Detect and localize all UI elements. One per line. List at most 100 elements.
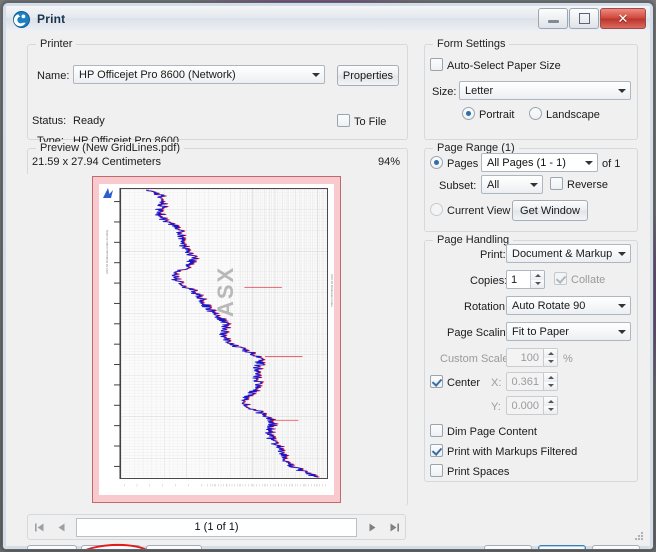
stepper-up-icon [544,397,557,406]
stepper-up-icon[interactable] [531,271,544,280]
page-number-input[interactable]: 1 (1 of 1) [76,518,357,537]
svg-text:|: | [232,483,233,487]
advanced-button-label: Advanced [87,550,136,551]
advanced-button[interactable]: Advanced [81,545,141,550]
chart-canvas [121,189,327,478]
stepper-up-icon [544,349,557,358]
defaults-button[interactable]: Defaults [27,545,77,550]
cancel-button[interactable]: Cancel [592,545,640,550]
properties-button[interactable]: Properties [337,65,399,86]
auto-select-paper-size-label: Auto-Select Paper Size [447,60,561,72]
resize-grip[interactable] [634,531,644,541]
close-icon[interactable]: ✕ [600,8,646,29]
dim-page-content-checkbox[interactable] [430,424,443,437]
last-page-icon[interactable] [383,516,405,538]
chevron-down-icon [614,304,630,308]
svg-text:|: | [256,483,257,487]
minimize-icon[interactable] [538,8,568,29]
pages-combobox[interactable]: All Pages (1 - 1) [481,153,598,172]
stepper-down-icon[interactable] [531,280,544,289]
chart-plot-area: ASX [120,188,328,479]
reverse-checkbox[interactable] [550,177,563,190]
printer-status-value: Ready [73,115,105,127]
page-scaling-combobox[interactable]: Fit to Paper [506,322,631,341]
svg-text:|: | [254,483,255,487]
copies-stepper[interactable] [530,271,544,288]
print-spaces-checkbox[interactable] [430,464,443,477]
svg-text:|: | [234,483,235,487]
svg-text:|: | [284,483,285,487]
center-label: Center [447,377,480,389]
dialog-client-area: Printer Name: HP Officejet Pro 8600 (Net… [6,32,650,546]
print-with-markups-filtered-checkbox[interactable] [430,444,443,457]
subset-combobox[interactable]: All [481,175,543,194]
svg-text:|: | [273,483,274,487]
center-x-stepper [543,373,557,390]
pages-radio[interactable] [430,156,443,169]
add-files-button[interactable]: Add Files [146,545,202,550]
printer-name-combobox[interactable]: HP Officejet Pro 8600 (Network) [73,65,325,84]
print-button[interactable]: Print [538,545,586,550]
page-scaling-value: Fit to Paper [507,326,614,338]
previous-page-icon[interactable] [50,516,72,538]
paper-size-combobox[interactable]: Letter [459,81,631,100]
svg-text:|: | [218,483,219,487]
window-controls: ✕ [538,8,646,29]
copies-spinner[interactable]: 1 [506,270,545,289]
svg-text:|: | [314,483,315,487]
center-x-value: 0.361 [507,376,543,388]
svg-text:|: | [237,483,238,487]
pages-of-label: of 1 [602,158,620,170]
custom-scale-label: Custom Scale: [440,353,512,365]
print-mode-combobox[interactable]: Document & Markup [506,244,631,263]
page-scaling-label: Page Scaling: [447,327,515,339]
svg-text:|: | [308,483,309,487]
svg-text:|: | [265,483,266,487]
svg-text:|: | [295,483,296,487]
stepper-up-icon [544,373,557,382]
print-preview[interactable]: ASX All Ordinaries Index monthly ASX [27,174,406,506]
stepper-down-icon [544,358,557,367]
svg-text:|: | [245,483,246,487]
paper-size-value: Letter [460,85,614,97]
custom-scale-value: 100 [507,352,543,364]
chevron-down-icon [308,73,324,77]
chevron-down-icon [614,330,630,334]
rotation-combobox[interactable]: Auto Rotate 90 [506,296,631,315]
svg-text:|: | [248,483,249,487]
svg-text:|: | [304,483,305,487]
dim-page-content-label: Dim Page Content [447,426,537,438]
printer-name-value: HP Officejet Pro 8600 (Network) [74,69,308,81]
chevron-down-icon [614,89,630,93]
landscape-radio[interactable] [529,107,542,120]
collate-label: Collate [571,274,605,286]
rotation-value: Auto Rotate 90 [507,300,614,312]
maximize-icon[interactable] [569,8,599,29]
apply-button[interactable]: Apply [484,545,532,550]
auto-select-paper-size-checkbox[interactable] [430,58,443,71]
current-view-label: Current View [447,205,510,217]
next-page-icon[interactable] [361,516,383,538]
svg-text:|: | [297,483,298,487]
preview-zoom-level: 94% [378,156,400,168]
properties-button-label: Properties [343,70,393,82]
current-view-radio[interactable] [430,203,443,216]
page-handling-group-label: Page Handling [433,234,513,246]
svg-text:|: | [210,483,211,487]
to-file-checkbox[interactable] [337,114,350,127]
title-bar[interactable]: Print ✕ [6,6,650,33]
portrait-radio[interactable] [462,107,475,120]
custom-scale-spinner: 100 [506,348,558,367]
svg-text:|: | [243,483,244,487]
first-page-icon[interactable] [28,516,50,538]
rotation-label: Rotation: [464,301,508,313]
svg-text:|: | [300,483,301,487]
svg-text:|: | [188,483,189,487]
center-checkbox[interactable] [430,375,443,388]
subset-label: Subset: [439,180,476,192]
svg-text:|: | [319,483,320,487]
svg-text:|: | [278,483,279,487]
get-window-button[interactable]: Get Window [512,200,588,221]
svg-text:|: | [175,483,176,487]
add-files-button-label: Add Files [151,550,197,551]
